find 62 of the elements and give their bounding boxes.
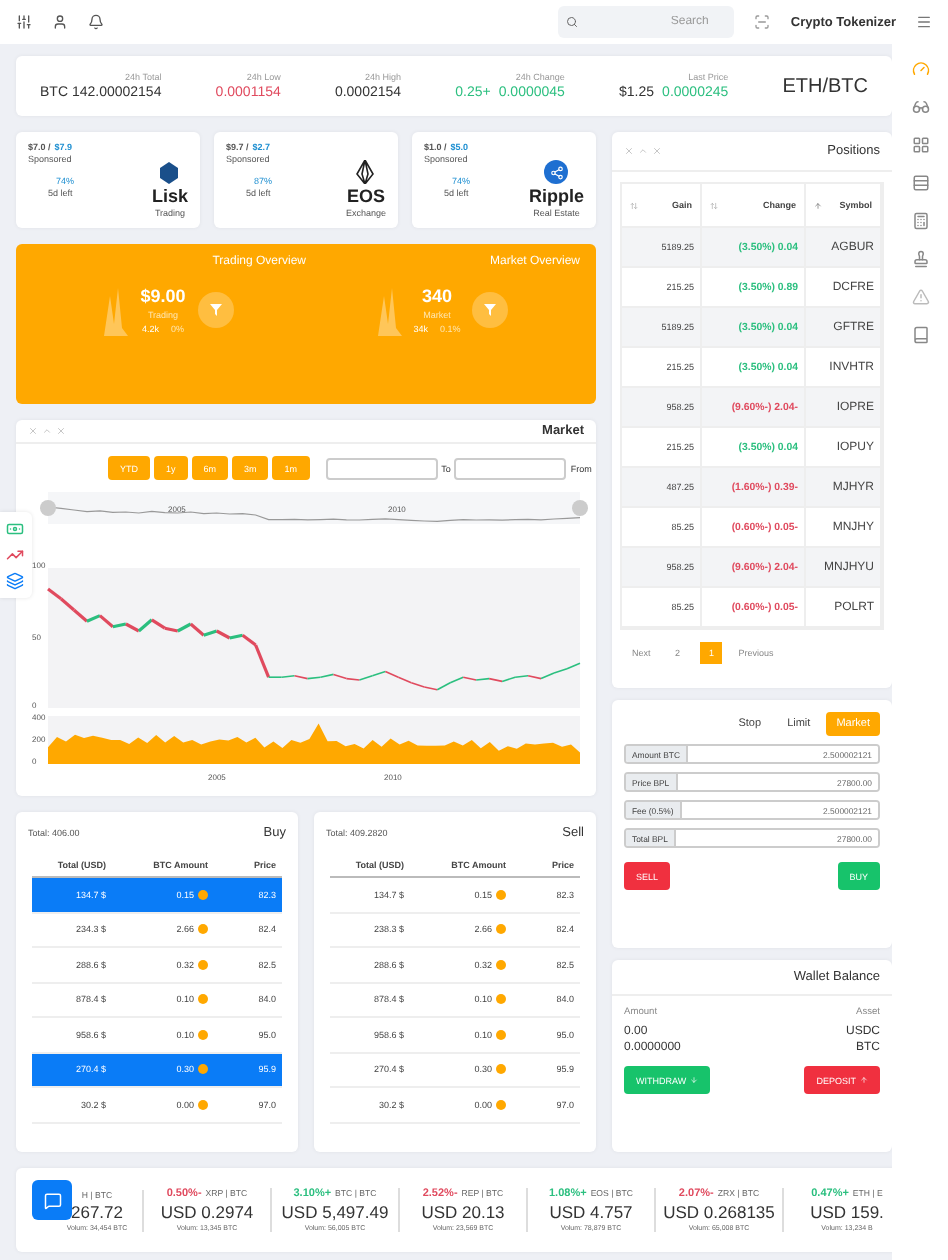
coin-icon [496, 889, 506, 900]
sort-icon[interactable] [630, 201, 638, 209]
coin-icon [198, 924, 208, 935]
filter-icon[interactable] [472, 292, 509, 328]
arrow-down-icon [690, 1076, 699, 1084]
sort-icon[interactable] [710, 201, 718, 209]
sort-icon[interactable] [814, 201, 822, 209]
list-icon[interactable] [911, 174, 929, 192]
ticker-price: USD 0.268135 [663, 1202, 775, 1222]
fullscreen-icon[interactable] [754, 14, 771, 30]
stamp-icon[interactable] [911, 250, 929, 268]
glasses-icon[interactable] [911, 98, 929, 116]
coin-icon [198, 889, 208, 900]
coin-icon [198, 994, 208, 1005]
coin-name: Lisk [151, 186, 188, 206]
ticker-price: USD 5,497.49 [281, 1202, 389, 1222]
ticker-price: USD 0.2974 [160, 1202, 254, 1222]
pair-label: ETH/BTC [782, 75, 868, 97]
date-field[interactable] [325, 457, 438, 479]
coin-icon [496, 1029, 506, 1040]
menu-icon[interactable] [916, 14, 932, 30]
ticker-price: USD 20.13 [421, 1202, 505, 1222]
money-icon[interactable] [6, 520, 24, 538]
coin-icon [496, 994, 506, 1005]
user-icon[interactable] [52, 14, 68, 30]
book-icon[interactable] [911, 326, 929, 344]
arrow-up-icon [860, 1076, 868, 1084]
coin-icon [198, 959, 208, 970]
coin-icon [198, 1029, 208, 1040]
coin-icon [496, 1099, 506, 1110]
coin-name: Ripple [528, 186, 584, 206]
range-handle[interactable] [572, 500, 588, 516]
search-icon [566, 16, 579, 28]
calculator-icon[interactable] [911, 212, 929, 230]
ticker-price: 267.72 [71, 1201, 123, 1221]
gauge-icon[interactable] [911, 60, 929, 78]
bell-icon[interactable] [88, 14, 104, 30]
chart-icon[interactable] [6, 546, 24, 564]
collapse-icon[interactable] [638, 146, 648, 156]
layers-icon[interactable] [6, 572, 24, 590]
crystal-icon [356, 160, 375, 184]
coin-icon [496, 1064, 506, 1075]
coin-icon [496, 924, 506, 935]
share-icon [544, 160, 569, 184]
ticker-price: USD 159. [810, 1202, 884, 1222]
overview-value: 340 [421, 286, 453, 306]
overview-value: $9.00 [140, 286, 186, 306]
coin-name: EOS [346, 186, 385, 206]
shield-icon [160, 162, 179, 184]
ticker-price: USD 4.757 [549, 1202, 633, 1222]
date-field[interactable] [454, 457, 567, 479]
collapse-icon[interactable] [42, 426, 52, 436]
range-handle[interactable] [40, 500, 56, 516]
filter-icon[interactable] [197, 292, 234, 328]
sliders-icon[interactable] [16, 14, 32, 30]
coin-icon [198, 1064, 208, 1075]
grid-icon[interactable] [911, 136, 929, 154]
coin-icon [496, 959, 506, 970]
chat-button[interactable] [32, 1180, 72, 1220]
warning-icon[interactable] [911, 288, 929, 306]
coin-icon [198, 1099, 208, 1110]
chat-icon [43, 1191, 61, 1209]
